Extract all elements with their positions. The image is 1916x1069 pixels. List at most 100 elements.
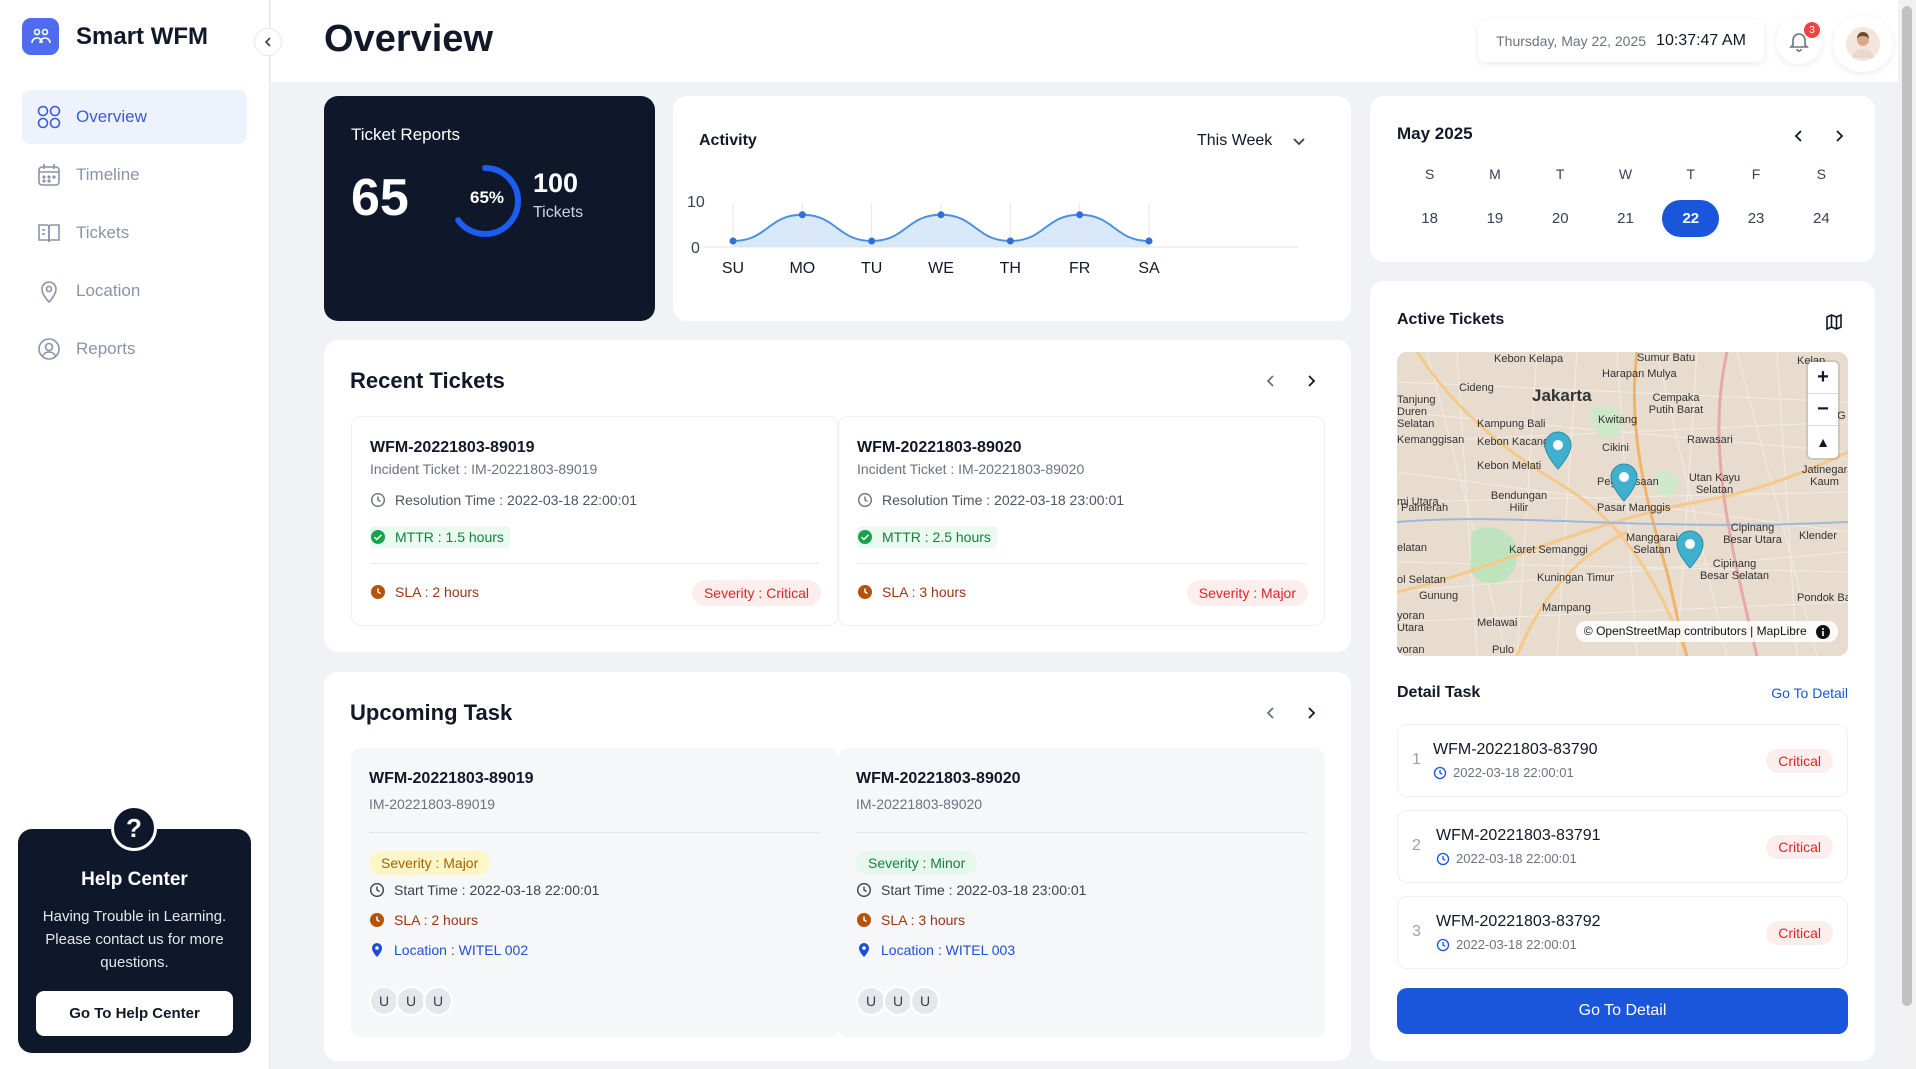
page-scrollbar[interactable] — [1898, 0, 1916, 1069]
map-label: Pasar Manggis — [1597, 502, 1671, 514]
scrollbar-thumb[interactable] — [1902, 6, 1912, 1006]
recent-nav — [1262, 372, 1320, 390]
chevron-right-icon — [1836, 130, 1844, 142]
ticket-id: WFM-20221803-89020 — [857, 439, 1022, 456]
location-pin-icon — [372, 943, 382, 957]
task-time: 2022-03-18 22:00:01 — [1453, 765, 1574, 780]
divider — [856, 832, 1307, 833]
brand[interactable]: Smart WFM — [22, 18, 208, 55]
active-tickets-map[interactable]: Kebon Kelapa Sumur Batu Kelap Harapan Mu… — [1397, 352, 1848, 656]
go-to-detail-button[interactable]: Go To Detail — [1397, 988, 1848, 1034]
calendar-day[interactable]: 24 — [1793, 200, 1850, 237]
item-number: 3 — [1412, 923, 1421, 940]
task-id: WFM-20221803-83792 — [1436, 913, 1601, 930]
mttr-row: MTTR : 2.5 hours — [857, 526, 997, 548]
map-label: Cempaka Putih Barat — [1648, 392, 1704, 416]
prev-button[interactable] — [1262, 704, 1280, 722]
brand-name: Smart WFM — [76, 22, 208, 50]
task-card[interactable]: WFM-20221803-89020 IM-20221803-89020 Sev… — [838, 748, 1325, 1037]
compass-button[interactable]: ▲ — [1808, 426, 1838, 458]
avatar-image-icon — [1846, 27, 1880, 61]
calendar-day[interactable]: 19 — [1466, 200, 1523, 237]
calendar-day[interactable]: 21 — [1597, 200, 1654, 237]
map-attribution[interactable]: © OpenStreetMap contributors | MapLibre — [1575, 621, 1838, 642]
ticket-card[interactable]: WFM-20221803-89020 Incident Ticket : IM-… — [838, 416, 1325, 626]
sidebar-item-reports[interactable]: Reports — [22, 322, 247, 376]
help-text: Having Trouble in Learning. Please conta… — [42, 908, 227, 971]
start-time-row: Start Time : 2022-03-18 23:00:01 — [856, 882, 1086, 898]
info-icon[interactable] — [1816, 625, 1830, 639]
clock-icon — [1433, 766, 1447, 779]
assignee-avatar[interactable]: U — [369, 986, 399, 1016]
map-label: Kwitang — [1598, 414, 1638, 426]
day-of-week: S — [1424, 166, 1435, 182]
detail-task-item[interactable]: 3 WFM-20221803-83792 2022-03-18 22:00:01… — [1397, 896, 1848, 969]
clock-icon — [1436, 852, 1450, 865]
critical-badge: Critical — [1766, 749, 1833, 773]
assignee-avatar[interactable]: U — [396, 986, 426, 1016]
go-to-help-center-button[interactable]: Go To Help Center — [36, 991, 233, 1036]
ticket-reports-title: Ticket Reports — [351, 125, 460, 144]
calendar-day[interactable]: 18 — [1401, 200, 1458, 237]
severity-badge: Severity : Major — [1186, 580, 1308, 606]
period-select[interactable]: This Week — [1197, 132, 1306, 150]
current-time: 10:37:47 AM — [1656, 32, 1746, 49]
active-tickets-card: Active Tickets Kebon Kelapa Sumur Batu K… — [1370, 281, 1875, 1061]
map-marker-icon[interactable] — [1675, 529, 1705, 569]
assignee-avatar[interactable]: U — [856, 986, 886, 1016]
zoom-out-button[interactable]: − — [1808, 394, 1838, 426]
assignee-avatar[interactable]: U — [883, 986, 913, 1016]
map-label: Cikini — [1602, 442, 1629, 454]
map-icon[interactable] — [1825, 313, 1843, 331]
sidebar-nav: Overview Timeline Tickets Location Repor… — [22, 90, 247, 380]
assignee-avatar[interactable]: U — [423, 986, 453, 1016]
divider — [857, 563, 1306, 564]
map-label: Tanjung Duren Selatan — [1397, 394, 1436, 430]
day-of-week: T — [1686, 166, 1696, 182]
map-marker-icon[interactable] — [1543, 430, 1573, 470]
sidebar-item-location[interactable]: Location — [22, 264, 247, 318]
calendar-day[interactable]: 20 — [1532, 200, 1589, 237]
next-button[interactable] — [1302, 372, 1320, 390]
user-avatar[interactable] — [1833, 16, 1893, 72]
ticket-total: 100 — [533, 168, 579, 198]
ticket-card[interactable]: WFM-20221803-89019 Incident Ticket : IM-… — [351, 416, 838, 626]
next-week-button[interactable] — [1830, 127, 1848, 145]
page-title: Overview — [324, 18, 493, 60]
task-card[interactable]: WFM-20221803-89019 IM-20221803-89019 Sev… — [351, 748, 838, 1037]
detail-task-item[interactable]: 1 WFM-20221803-83790 2022-03-18 22:00:01… — [1397, 724, 1848, 797]
zoom-in-button[interactable]: + — [1808, 362, 1838, 394]
x-tick-label: SA — [1138, 260, 1160, 277]
chevron-left-icon — [264, 37, 271, 47]
map-label: Kebon Kelapa — [1494, 353, 1564, 365]
next-button[interactable] — [1302, 704, 1320, 722]
map-label: elatan — [1397, 542, 1427, 554]
sla-row: SLA : 3 hours — [857, 584, 966, 600]
sidebar-item-tickets[interactable]: Tickets — [22, 206, 247, 260]
notifications-button[interactable]: 3 — [1776, 18, 1822, 64]
go-to-detail-link[interactable]: Go To Detail — [1771, 685, 1848, 701]
start-time: Start Time : 2022-03-18 23:00:01 — [881, 882, 1087, 898]
incident-ticket: Incident Ticket : IM-20221803-89020 — [857, 461, 1085, 477]
detail-task-item[interactable]: 2 WFM-20221803-83791 2022-03-18 22:00:01… — [1397, 810, 1848, 883]
critical-badge: Critical — [1766, 921, 1833, 945]
prev-week-button[interactable] — [1790, 127, 1808, 145]
collapse-sidebar-button[interactable] — [254, 28, 282, 56]
severity-badge: Severity : Minor — [856, 851, 978, 875]
map-marker-icon[interactable] — [1609, 462, 1639, 502]
start-time: Start Time : 2022-03-18 22:00:01 — [394, 882, 600, 898]
sidebar-item-label: Overview — [76, 107, 147, 126]
sidebar-item-timeline[interactable]: Timeline — [22, 148, 247, 202]
calendar-day-selected[interactable]: 22 — [1662, 200, 1720, 237]
activity-title: Activity — [699, 132, 757, 149]
x-tick-label: MO — [789, 260, 815, 277]
sidebar-item-label: Reports — [76, 339, 136, 358]
assignee-avatar[interactable]: U — [910, 986, 940, 1016]
prev-button[interactable] — [1262, 372, 1280, 390]
pin-icon — [41, 281, 57, 304]
calendar-day[interactable]: 23 — [1727, 200, 1784, 237]
map-label: Melawai — [1477, 617, 1518, 629]
map-label: Kebon Melati — [1477, 460, 1542, 472]
data-point — [937, 211, 945, 219]
sidebar-item-overview[interactable]: Overview — [22, 90, 247, 144]
